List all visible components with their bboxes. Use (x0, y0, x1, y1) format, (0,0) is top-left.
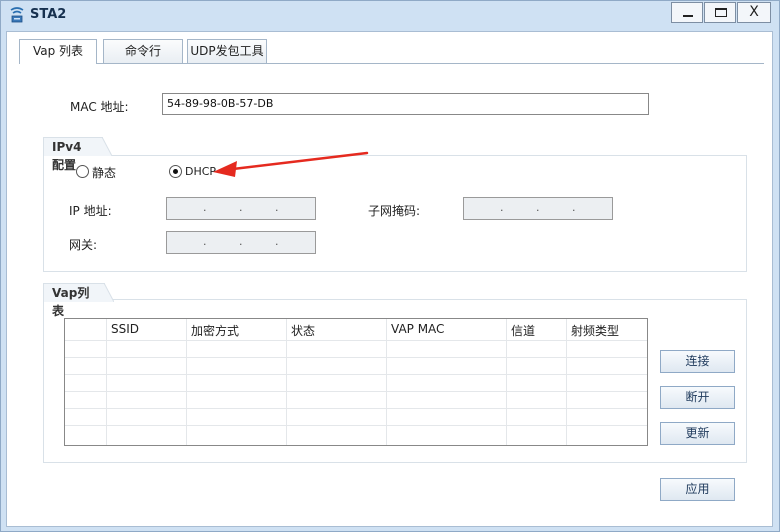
dhcp-radio[interactable] (169, 165, 182, 178)
close-icon: X (749, 4, 759, 20)
minimize-icon (683, 15, 693, 17)
ip-address-field[interactable]: · · · (166, 197, 316, 220)
tab-vap-list[interactable]: Vap 列表 (19, 39, 97, 64)
apply-button[interactable]: 应用 (660, 478, 735, 501)
mac-address-field[interactable]: 54-89-98-0B-57-DB (162, 93, 649, 115)
static-label: 静态 (92, 166, 117, 180)
vap-table[interactable]: SSID 加密方式 状态 VAP MAC 信道 射频类型 (64, 318, 648, 446)
connect-button[interactable]: 连接 (660, 350, 735, 373)
column-header-vap-mac[interactable]: VAP MAC (391, 322, 444, 336)
column-header-encryption[interactable]: 加密方式 (191, 322, 239, 339)
ipv4-group-title: IPv4 配置 (43, 137, 103, 172)
ip-address-label: IP 地址: (69, 204, 112, 218)
disconnect-button[interactable]: 断开 (660, 386, 735, 409)
title-bar[interactable]: STA2 X (1, 1, 779, 29)
static-radio[interactable] (76, 165, 89, 178)
maximize-icon (715, 8, 727, 17)
column-header-channel[interactable]: 信道 (511, 322, 535, 339)
station-app-icon (10, 7, 24, 23)
column-header-status[interactable]: 状态 (291, 322, 315, 339)
maximize-button[interactable] (704, 2, 736, 23)
ipv4-group-tab-edge (102, 137, 112, 156)
gateway-label: 网关: (69, 238, 98, 252)
sta2-window: STA2 X Vap 列表 命令行 UDP发包工具 MAC 地址: 54-89-… (0, 0, 780, 532)
gateway-field[interactable]: · · · (166, 231, 316, 254)
subnet-mask-label: 子网掩码: (368, 204, 421, 218)
content-panel: Vap 列表 命令行 UDP发包工具 MAC 地址: 54-89-98-0B-5… (6, 31, 773, 527)
dhcp-label: DHCP (185, 165, 217, 178)
subnet-mask-field[interactable]: · · · (463, 197, 613, 220)
minimize-button[interactable] (671, 2, 703, 23)
vap-group-tab-edge (104, 283, 114, 302)
close-button[interactable]: X (737, 2, 771, 23)
refresh-button[interactable]: 更新 (660, 422, 735, 445)
tab-divider (19, 63, 764, 64)
vap-group-title: Vap列表 (43, 283, 105, 318)
mac-label: MAC 地址: (70, 100, 129, 114)
window-title: STA2 (30, 7, 67, 22)
column-header-ssid[interactable]: SSID (111, 322, 139, 336)
tab-udp-tool[interactable]: UDP发包工具 (187, 39, 267, 63)
tab-command-line[interactable]: 命令行 (103, 39, 183, 63)
column-header-radio-type[interactable]: 射频类型 (571, 322, 619, 339)
